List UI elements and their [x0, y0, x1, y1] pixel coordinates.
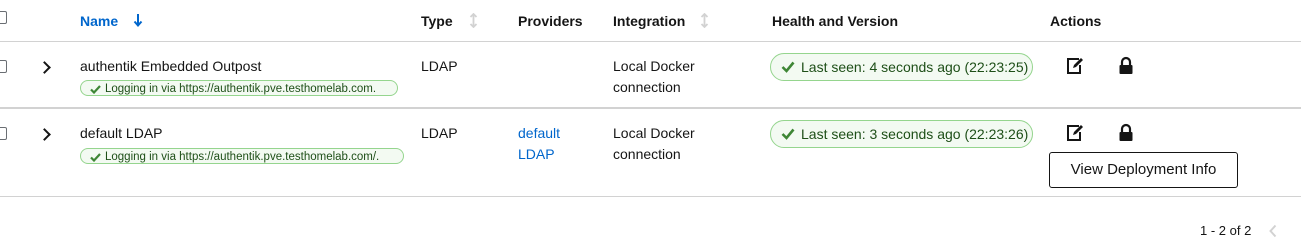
chevron-right-icon[interactable]: [38, 128, 51, 141]
login-url-label: Logging in via https://authentik.pve.tes…: [80, 148, 404, 164]
provider-link-line-2[interactable]: LDAP: [518, 144, 555, 165]
outpost-type: LDAP: [421, 125, 458, 141]
column-header-name[interactable]: Name: [80, 13, 118, 29]
health-status-text: Last seen: 4 seconds ago (22:23:25): [801, 59, 1029, 75]
outpost-name: authentik Embedded Outpost: [80, 58, 262, 74]
health-status-badge: Last seen: 4 seconds ago (22:23:25): [770, 53, 1033, 81]
select-all-checkbox[interactable]: [0, 11, 7, 24]
lock-icon[interactable]: [1116, 56, 1136, 76]
column-header-integration[interactable]: Integration: [613, 13, 685, 29]
check-icon: [90, 85, 101, 94]
check-icon: [90, 153, 101, 162]
outpost-name: default LDAP: [80, 125, 163, 141]
chevron-right-icon[interactable]: [38, 61, 51, 74]
health-status-text: Last seen: 3 seconds ago (22:23:26): [801, 126, 1029, 142]
column-header-type[interactable]: Type: [421, 13, 453, 29]
lock-icon[interactable]: [1116, 123, 1136, 143]
integration-line-2: connection: [613, 79, 681, 95]
table-row: authentik Embedded Outpost Logging in vi…: [0, 41, 1301, 109]
login-url-label: Logging in via https://authentik.pve.tes…: [80, 80, 398, 96]
check-icon: [781, 128, 795, 140]
integration-line-2: connection: [613, 146, 681, 162]
pagination-range: 1 - 2 of 2: [1200, 223, 1252, 238]
provider-link-line-1[interactable]: default: [518, 123, 560, 144]
column-header-actions: Actions: [1050, 13, 1102, 29]
integration-line-1: Local Docker: [613, 58, 695, 74]
chevron-left-icon[interactable]: [1268, 224, 1278, 238]
login-url-text: Logging in via https://authentik.pve.tes…: [105, 151, 380, 163]
integration-line-1: Local Docker: [613, 125, 695, 141]
view-deployment-info-button[interactable]: View Deployment Info: [1049, 152, 1238, 188]
check-icon: [781, 61, 795, 73]
arrow-down-icon[interactable]: [133, 13, 143, 28]
outpost-type: LDAP: [421, 58, 458, 74]
table-header: Name Type Providers Integration Health a…: [0, 0, 1301, 42]
login-url-text: Logging in via https://authentik.pve.tes…: [105, 83, 377, 95]
row-select-checkbox[interactable]: [0, 60, 7, 73]
column-header-health: Health and Version: [772, 13, 899, 29]
sort-icon[interactable]: [469, 13, 478, 28]
row-select-checkbox[interactable]: [0, 127, 7, 140]
edit-icon[interactable]: [1065, 123, 1085, 143]
edit-icon[interactable]: [1065, 56, 1085, 76]
health-status-badge: Last seen: 3 seconds ago (22:23:26): [770, 120, 1033, 148]
sort-icon[interactable]: [700, 13, 709, 28]
column-header-providers: Providers: [518, 13, 583, 29]
